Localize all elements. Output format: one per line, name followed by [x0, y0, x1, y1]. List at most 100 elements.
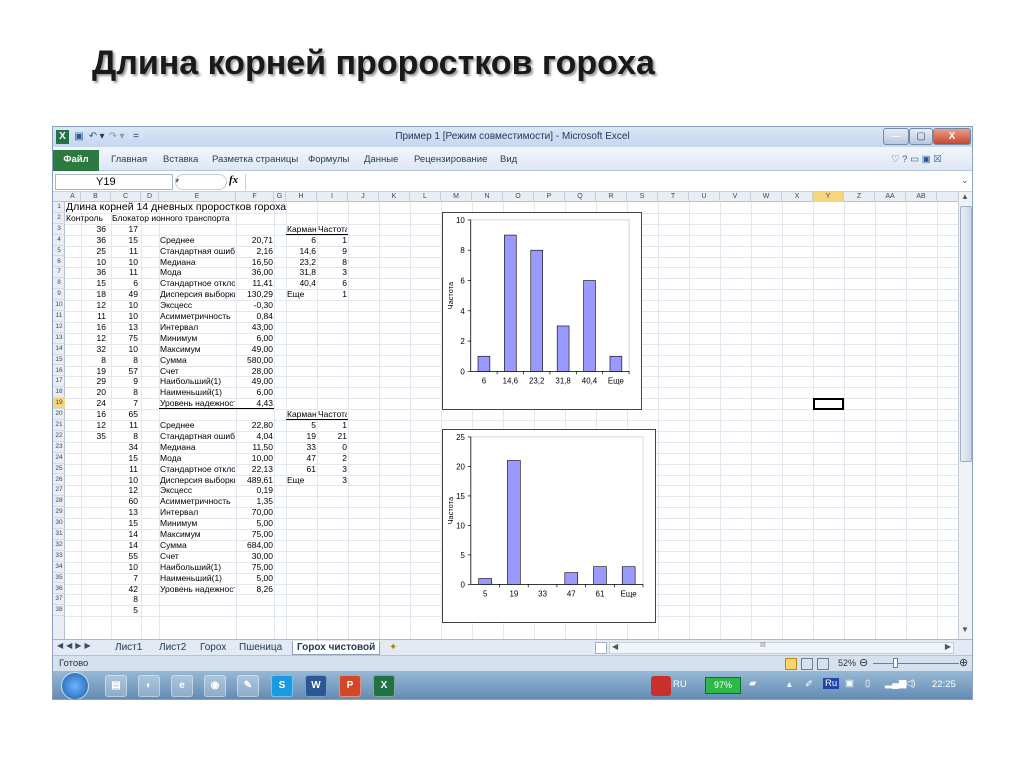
column-header[interactable]: X [782, 192, 813, 202]
blocker-value[interactable]: 10 [112, 562, 138, 573]
control-value[interactable]: 18 [82, 289, 106, 300]
blocker-value[interactable]: 17 [112, 224, 138, 235]
row-header[interactable]: 5 [53, 246, 65, 257]
bin-value[interactable]: 14,6 [287, 246, 316, 257]
column-header[interactable]: I [317, 192, 348, 202]
bin-value[interactable]: 40,4 [287, 278, 316, 289]
bin-value[interactable]: 61 [287, 464, 316, 475]
freq-value[interactable]: 2 [318, 453, 347, 464]
customize-qat-icon[interactable]: = [131, 130, 141, 144]
paint-icon[interactable]: ✎ [237, 675, 259, 697]
blocker-value[interactable]: 15 [112, 518, 138, 529]
stat-label[interactable]: Наибольший(1) [160, 562, 235, 573]
scroll-thumb[interactable] [960, 206, 972, 462]
row-header[interactable]: 33 [53, 551, 65, 562]
stat-label[interactable]: Среднее [160, 420, 235, 431]
row-header[interactable]: 15 [53, 355, 65, 366]
control-value[interactable]: 10 [82, 257, 106, 268]
volume-icon[interactable]: ◁) [905, 678, 915, 689]
control-value[interactable]: 12 [82, 300, 106, 311]
control-value[interactable]: 15 [82, 278, 106, 289]
stat-label[interactable]: Стандартная ошибка [160, 246, 235, 257]
insert-sheet-icon[interactable]: ✦ [385, 641, 401, 655]
row-header[interactable]: 35 [53, 573, 65, 584]
stat-label[interactable]: Среднее [160, 235, 235, 246]
undo-dropdown-icon[interactable]: ▾ [99, 130, 105, 144]
stat-value[interactable]: 580,00 [237, 355, 273, 366]
zoom-out-icon[interactable]: ⊖ [859, 656, 868, 669]
column-header[interactable]: AA [875, 192, 906, 202]
control-value[interactable]: 12 [82, 420, 106, 431]
stat-value[interactable]: 20,71 [237, 235, 273, 246]
blocker-value[interactable]: 14 [112, 529, 138, 540]
row-header[interactable]: 9 [53, 289, 65, 301]
control-value[interactable]: 19 [82, 366, 106, 377]
blocker-value[interactable]: 9 [112, 376, 138, 387]
vertical-scrollbar[interactable]: ▲ ▼ [958, 192, 972, 639]
stat-value[interactable]: 10,00 [237, 453, 273, 464]
stat-label[interactable]: Эксцесс [160, 485, 235, 496]
control-value[interactable]: 36 [82, 224, 106, 235]
bin-value[interactable]: 23,2 [287, 257, 316, 268]
close-button[interactable]: X [933, 128, 971, 145]
column-header[interactable]: M [441, 192, 472, 202]
column-header[interactable]: N [472, 192, 503, 202]
bin-value[interactable]: 5 [287, 420, 316, 431]
stat-value[interactable]: 4,04 [237, 431, 273, 442]
blocker-value[interactable]: 11 [112, 246, 138, 257]
freq-value[interactable]: 1 [318, 289, 347, 300]
freq-value[interactable]: 0 [318, 442, 347, 453]
stat-value[interactable]: -0,30 [237, 300, 273, 311]
freq-value[interactable]: 21 [318, 431, 347, 442]
page-break-view-icon[interactable] [817, 658, 829, 670]
row-header[interactable]: 18 [53, 387, 65, 399]
help-and-window-icons[interactable]: ♡ ? ▭ ▣ ☒ [891, 154, 942, 165]
freq-value[interactable]: 8 [318, 257, 347, 268]
stat-value[interactable]: 5,00 [237, 573, 273, 584]
tab-split-handle[interactable] [595, 642, 607, 654]
bin-value[interactable]: Еще [287, 289, 316, 300]
bin-value[interactable]: 47 [287, 453, 316, 464]
tab-data[interactable]: Данные [364, 154, 398, 165]
stat-label[interactable]: Медиана [160, 442, 235, 453]
column-header[interactable]: E [159, 192, 236, 202]
control-value[interactable]: 32 [82, 344, 106, 355]
tab-formulas[interactable]: Формулы [308, 154, 349, 165]
freq-value[interactable]: 1 [318, 235, 347, 246]
stat-value[interactable]: 130,29 [237, 289, 273, 300]
stat-label[interactable]: Стандартное отклонение [160, 464, 235, 475]
blocker-value[interactable]: 5 [112, 605, 138, 616]
stat-label[interactable]: Минимум [160, 333, 235, 344]
stat-value[interactable]: 28,00 [237, 366, 273, 377]
row-header[interactable]: 28 [53, 496, 65, 508]
network-icon[interactable]: ▂▄▆ [885, 678, 906, 689]
stat-label[interactable]: Интервал [160, 507, 235, 518]
page-layout-view-icon[interactable] [801, 658, 813, 670]
column-header[interactable]: F [236, 192, 274, 202]
row-header[interactable]: 25 [53, 464, 65, 475]
bin-value[interactable]: 33 [287, 442, 316, 453]
row-header[interactable]: 32 [53, 540, 65, 551]
zoom-in-icon[interactable]: ⊕ [959, 656, 968, 669]
blocker-value[interactable]: 11 [112, 464, 138, 475]
column-header[interactable]: G [274, 192, 286, 202]
expand-formula-bar-icon[interactable]: ⌄ [961, 175, 969, 186]
powerpoint-icon[interactable]: P [339, 675, 361, 697]
action-center-icon[interactable]: ▣ [845, 678, 854, 689]
row-header[interactable]: 8 [53, 278, 65, 290]
word-icon[interactable]: W [305, 675, 327, 697]
row-header[interactable]: 19 [53, 398, 65, 410]
row-header[interactable]: 3 [53, 224, 65, 235]
formula-input[interactable] [245, 174, 957, 190]
scroll-right-icon[interactable]: ▶ [945, 642, 951, 651]
blocker-value[interactable]: 15 [112, 235, 138, 246]
column-header[interactable]: Z [844, 192, 875, 202]
blocker-value[interactable]: 8 [112, 387, 138, 398]
blocker-value[interactable]: 12 [112, 485, 138, 496]
clock[interactable]: 22:25 [932, 679, 956, 690]
row-header[interactable]: 7 [53, 267, 65, 279]
hscroll-grip[interactable]: III [760, 642, 766, 649]
stat-label[interactable]: Эксцесс [160, 300, 235, 311]
stat-label[interactable]: Медиана [160, 257, 235, 268]
stat-label[interactable]: Минимум [160, 518, 235, 529]
